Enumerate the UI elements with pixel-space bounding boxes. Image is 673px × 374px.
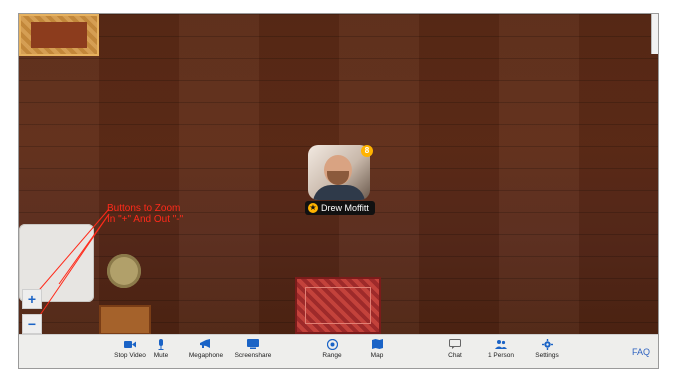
bottom-toolbar: Stop Video Mute Megaphone Screenshare Ra	[19, 334, 658, 368]
participant-name: Drew Moffitt	[321, 203, 369, 213]
microphone-icon	[155, 338, 167, 350]
map-label: Map	[370, 352, 384, 359]
star-icon: ★	[308, 203, 318, 213]
chat-button[interactable]: Chat	[430, 339, 480, 359]
screenshare-label: Screenshare	[234, 352, 272, 359]
map-icon	[371, 339, 383, 349]
video-camera-icon	[124, 339, 136, 349]
annotation-line-2: In "+" And Out "-"	[107, 214, 184, 225]
participants-button[interactable]: 1 Person	[476, 339, 526, 359]
gear-icon	[541, 338, 553, 350]
megaphone-icon	[200, 339, 212, 349]
participant-nameplate: ★ Drew Moffitt	[305, 201, 375, 215]
people-icon	[495, 339, 507, 349]
office-floor[interactable]: 8 ★ Drew Moffitt Buttons to Zoom In "+" …	[19, 14, 658, 335]
participant-badge: 8	[361, 145, 373, 157]
rug-top-left	[19, 14, 99, 56]
mute-button[interactable]: Mute	[136, 338, 186, 359]
side-table	[99, 305, 151, 335]
round-stool	[107, 254, 141, 288]
zoom-annotation: Buttons to Zoom In "+" And Out "-"	[107, 203, 217, 225]
participants-label: 1 Person	[487, 352, 515, 359]
faq-link[interactable]: FAQ	[632, 347, 650, 357]
virtual-office-window: 8 ★ Drew Moffitt Buttons to Zoom In "+" …	[18, 13, 659, 369]
chair-right	[651, 14, 658, 54]
screenshare-icon	[247, 339, 259, 349]
map-button[interactable]: Map	[352, 339, 402, 359]
annotation-line-1: Buttons to Zoom	[107, 203, 181, 214]
chat-label: Chat	[448, 352, 462, 359]
screenshare-button[interactable]: Screenshare	[228, 339, 278, 359]
mute-label: Mute	[153, 352, 169, 359]
megaphone-button[interactable]: Megaphone	[181, 339, 231, 359]
settings-button[interactable]: Settings	[522, 338, 572, 359]
zoom-in-button[interactable]: +	[22, 289, 42, 309]
zoom-out-button[interactable]: −	[22, 314, 42, 334]
range-button[interactable]: Range	[307, 338, 357, 359]
settings-label: Settings	[535, 352, 559, 359]
megaphone-label: Megaphone	[188, 352, 224, 359]
rug-bottom	[295, 277, 381, 334]
range-label: Range	[322, 352, 342, 359]
range-icon	[326, 338, 338, 350]
chat-icon	[449, 339, 461, 349]
